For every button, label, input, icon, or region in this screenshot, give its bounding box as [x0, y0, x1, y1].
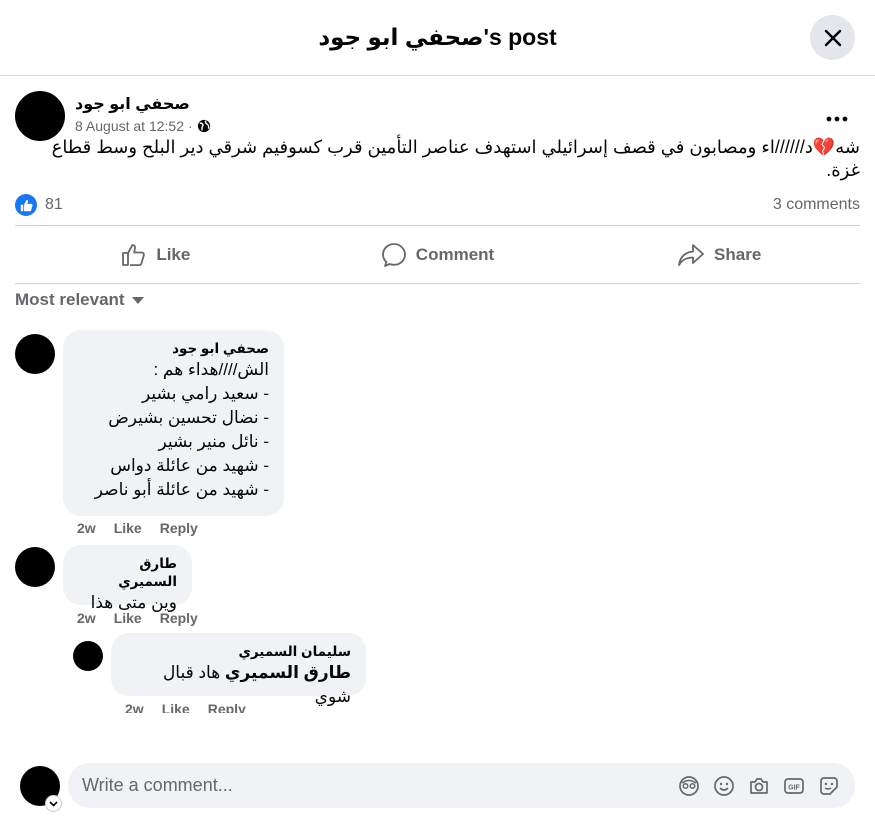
avatar[interactable] [15, 334, 55, 374]
comment-reply-link[interactable]: Reply [160, 520, 198, 536]
comment-actions: 2w Like Reply [77, 610, 198, 626]
gif-icon[interactable]: GIF [781, 773, 806, 798]
dialog-header: صحفي ابو جود's post [0, 0, 875, 76]
comment-like-link[interactable]: Like [114, 610, 142, 626]
comment-time[interactable]: 2w [125, 701, 144, 713]
close-icon [824, 29, 841, 46]
comment-reply-link[interactable]: Reply [208, 701, 246, 713]
comment-composer: GIF [0, 750, 875, 832]
share-icon [678, 243, 704, 266]
post-meta: 8 August at 12:52 · [75, 118, 211, 134]
post-header: صحفي ابو جود 8 August at 12:52 · [15, 91, 860, 141]
avatar[interactable] [15, 547, 55, 587]
comment-bubble: طارق السميري وين متى هذا [63, 545, 192, 612]
more-options-button[interactable] [822, 109, 852, 129]
post-timestamp[interactable]: 8 August at 12:52 [75, 118, 184, 134]
share-label: Share [714, 244, 762, 264]
sticker-icon[interactable] [816, 773, 841, 798]
comment-icon [381, 242, 406, 267]
like-label: Like [156, 244, 191, 264]
comments-count[interactable]: 3 comments [773, 196, 860, 214]
comment-input-box: GIF [68, 763, 855, 808]
reactions-row: 81 3 comments [15, 190, 860, 220]
emoji-icon[interactable] [711, 773, 736, 798]
comment-text: الش////هداء هم : - سعيد رامي بشير - نضال… [94, 360, 269, 499]
comment-like-link[interactable]: Like [162, 701, 190, 713]
sort-label: Most relevant [15, 290, 125, 309]
share-button[interactable]: Share [578, 226, 860, 283]
comment-author[interactable]: صحفي ابو جود [78, 340, 269, 358]
thumbs-up-icon [122, 243, 146, 266]
comment-reply-link[interactable]: Reply [160, 610, 198, 626]
caret-down-icon [131, 297, 144, 304]
comment-bubble: صحفي ابو جود الش////هداء هم : - سعيد رام… [63, 330, 284, 516]
mention-link[interactable]: طارق السميري [225, 663, 351, 682]
composer-icons: GIF [676, 773, 841, 798]
reaction-summary[interactable]: 81 [15, 194, 63, 216]
like-reaction-icon [15, 194, 37, 216]
comment-bubble: سليمان السميري طارق السميري هاد قبال شوي [111, 633, 366, 706]
profile-switch-button[interactable] [45, 795, 62, 812]
chevron-down-icon [49, 800, 58, 807]
like-count: 81 [45, 196, 63, 213]
comment-actions: 2w Like Reply [125, 701, 246, 713]
globe-icon [197, 119, 210, 133]
comment-actions: 2w Like Reply [77, 520, 198, 536]
comment-author[interactable]: سليمان السميري [126, 643, 351, 661]
comment-author[interactable]: طارق السميري [78, 555, 177, 591]
comment-label: Comment [415, 244, 495, 264]
action-bar: Like Comment Share [15, 225, 860, 284]
avatar[interactable] [73, 641, 103, 671]
dialog-title: صحفي ابو جود's post [318, 24, 557, 50]
meta-separator: · [187, 118, 193, 134]
svg-text:GIF: GIF [788, 784, 800, 791]
comment-like-link[interactable]: Like [114, 520, 142, 536]
comment-sort-dropdown[interactable]: Most relevant [15, 290, 145, 310]
post-text: شه💔د//////اء ومصابون في قصف إسرائيلي است… [51, 137, 860, 180]
close-button[interactable] [810, 15, 855, 60]
avatar[interactable] [15, 91, 65, 141]
comment-time[interactable]: 2w [77, 610, 96, 626]
reply-actions-clip: 2w Like Reply [120, 701, 320, 713]
like-button[interactable]: Like [15, 226, 297, 283]
camera-icon[interactable] [746, 773, 771, 798]
avatar-sticker-icon[interactable] [676, 773, 701, 798]
comment-time[interactable]: 2w [77, 520, 96, 536]
comment-input[interactable] [82, 775, 642, 796]
comment-button[interactable]: Comment [297, 226, 579, 283]
more-icon [826, 116, 848, 122]
post-author[interactable]: صحفي ابو جود [75, 94, 190, 114]
